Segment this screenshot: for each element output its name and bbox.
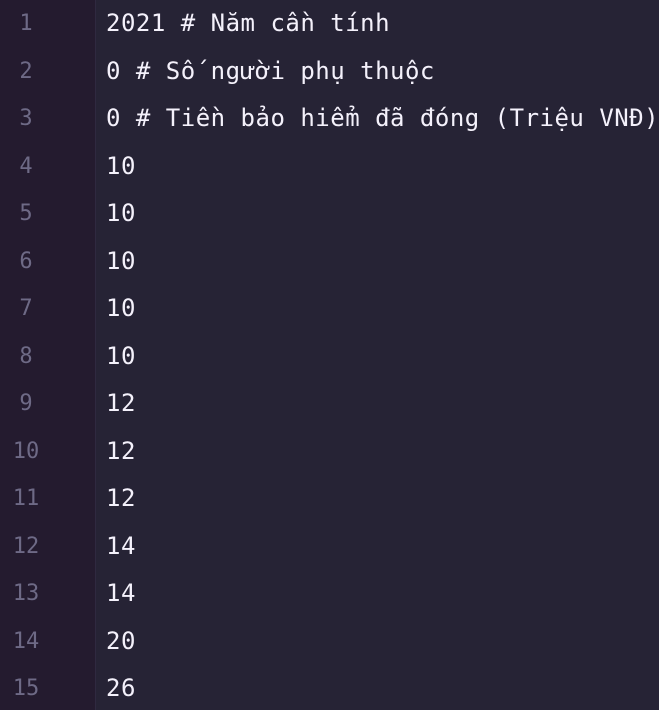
line-number: 3 — [19, 106, 33, 131]
line-number: 7 — [19, 296, 33, 321]
line-text[interactable]: 14 — [106, 570, 136, 618]
editor-line[interactable]: 9 12 — [0, 380, 659, 428]
editor-line[interactable]: 6 10 — [0, 238, 659, 286]
line-number: 5 — [19, 201, 33, 226]
line-number: 14 — [12, 628, 40, 654]
line-text[interactable]: 10 — [106, 285, 136, 333]
line-text[interactable]: 12 — [106, 380, 136, 428]
editor-lines[interactable]: 1 2021 # Năm cần tính 2 0 # Số người phụ… — [0, 0, 659, 710]
editor-line[interactable]: 4 10 — [0, 143, 659, 191]
line-number: 11 — [12, 486, 40, 511]
line-text[interactable]: 10 — [106, 238, 136, 286]
editor-line[interactable]: 3 0 # Tiền bảo hiểm đã đóng (Triệu VNĐ) — [0, 95, 659, 143]
line-number: 12 — [12, 533, 40, 559]
line-text[interactable]: 0 # Tiền bảo hiểm đã đóng (Triệu VNĐ) — [106, 95, 659, 143]
line-text[interactable]: 26 — [106, 665, 136, 710]
line-number: 1 — [19, 11, 33, 36]
editor-line[interactable]: 2 0 # Số người phụ thuộc — [0, 48, 659, 96]
editor-line[interactable]: 10 12 — [0, 428, 659, 476]
editor-line[interactable]: 1 2021 # Năm cần tính — [0, 0, 659, 48]
line-text[interactable]: 14 — [106, 523, 136, 571]
line-number: 10 — [12, 438, 40, 464]
editor-line[interactable]: 11 12 — [0, 475, 659, 523]
line-text[interactable]: 20 — [106, 618, 136, 666]
editor-line[interactable]: 15 26 — [0, 665, 659, 710]
line-number: 2 — [19, 58, 33, 84]
line-text[interactable]: 10 — [106, 143, 136, 191]
editor-line[interactable]: 5 10 — [0, 190, 659, 238]
line-number: 4 — [19, 153, 33, 179]
line-text[interactable]: 0 # Số người phụ thuộc — [106, 48, 435, 96]
line-number: 15 — [12, 676, 40, 701]
line-number: 6 — [19, 248, 33, 274]
editor-line[interactable]: 7 10 — [0, 285, 659, 333]
line-text[interactable]: 10 — [106, 190, 136, 238]
line-number: 8 — [19, 343, 33, 369]
editor-line[interactable]: 8 10 — [0, 333, 659, 381]
line-text[interactable]: 2021 # Năm cần tính — [106, 0, 390, 48]
line-text[interactable]: 10 — [106, 333, 136, 381]
line-number: 9 — [19, 391, 33, 416]
editor-line[interactable]: 12 14 — [0, 523, 659, 571]
code-editor[interactable]: 1 2021 # Năm cần tính 2 0 # Số người phụ… — [0, 0, 659, 710]
line-text[interactable]: 12 — [106, 428, 136, 476]
editor-line[interactable]: 13 14 — [0, 570, 659, 618]
line-number: 13 — [12, 581, 40, 606]
editor-line[interactable]: 14 20 — [0, 618, 659, 666]
line-text[interactable]: 12 — [106, 475, 136, 523]
